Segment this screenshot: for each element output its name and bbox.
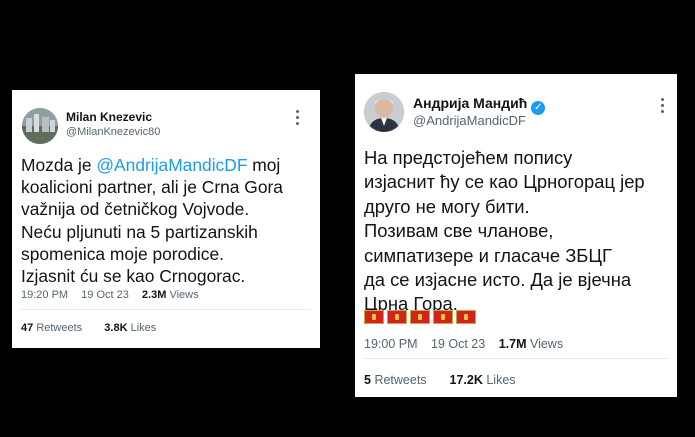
- divider: [364, 358, 668, 359]
- tweet-card-andrija-mandic: Андрија Мандић ✓ @AndrijaMandicDF На пред…: [355, 74, 677, 397]
- tweet-text: Mozda je @AndrijaMandicDF moj koalicioni…: [21, 154, 317, 287]
- tweet-card-milan-knezevic: Milan Knezevic @MilanKnezevic80 Mozda je…: [12, 90, 320, 348]
- montenegro-flag-icon: [364, 310, 384, 324]
- tweet-text-part: Mozda je: [21, 155, 97, 175]
- montenegro-flag-icon: [387, 310, 407, 324]
- verified-badge-icon: ✓: [531, 101, 546, 115]
- display-name-text[interactable]: Андрија Мандић: [413, 95, 527, 111]
- likes-label[interactable]: Likes: [131, 322, 157, 334]
- more-options-icon[interactable]: [661, 98, 665, 116]
- display-name[interactable]: Андрија Мандић ✓: [413, 95, 546, 115]
- divider: [21, 309, 311, 310]
- mention-link[interactable]: @AndrijaMandicDF: [96, 155, 247, 175]
- likes-count[interactable]: 17.2K: [450, 373, 483, 387]
- avatar[interactable]: [22, 108, 58, 144]
- display-name[interactable]: Milan Knezevic: [66, 110, 152, 124]
- user-handle[interactable]: @AndrijaMandicDF: [413, 113, 526, 128]
- tweet-time[interactable]: 19:20 PM: [21, 289, 68, 301]
- retweets-count[interactable]: 47: [21, 322, 33, 334]
- likes-label[interactable]: Likes: [486, 373, 515, 387]
- retweets-count[interactable]: 5: [364, 373, 371, 387]
- montenegro-flag-icon: [410, 310, 430, 324]
- likes-count[interactable]: 3.8K: [104, 322, 127, 334]
- retweets-label[interactable]: Retweets: [374, 373, 426, 387]
- user-handle[interactable]: @MilanKnezevic80: [66, 126, 160, 138]
- tweet-stats: 47 Retweets 3.8K Likes: [21, 322, 156, 334]
- views-label: Views: [529, 337, 564, 351]
- montenegro-flag-icon: [433, 310, 453, 324]
- views-count: 1.7M: [498, 337, 527, 351]
- views-label: Views: [169, 289, 199, 301]
- flag-emojis: [364, 310, 476, 324]
- tweet-text: На предстојећем попису изјаснит ћу се ка…: [364, 147, 645, 315]
- views-count: 2.3M: [141, 289, 167, 301]
- retweets-label[interactable]: Retweets: [36, 322, 82, 334]
- tweet-date[interactable]: 19 Oct 23: [81, 289, 129, 301]
- tweet-date[interactable]: 19 Oct 23: [431, 337, 485, 351]
- montenegro-flag-icon: [456, 310, 476, 324]
- more-options-icon[interactable]: [296, 110, 300, 128]
- tweet-time[interactable]: 19:00 PM: [364, 337, 418, 351]
- tweet-stats: 5 Retweets 17.2K Likes: [364, 373, 516, 387]
- tweet-meta: 19:00 PM 19 Oct 23 1.7M Views: [364, 337, 563, 351]
- tweet-meta: 19:20 PM 19 Oct 23 2.3M Views: [21, 289, 199, 301]
- avatar[interactable]: [364, 92, 404, 132]
